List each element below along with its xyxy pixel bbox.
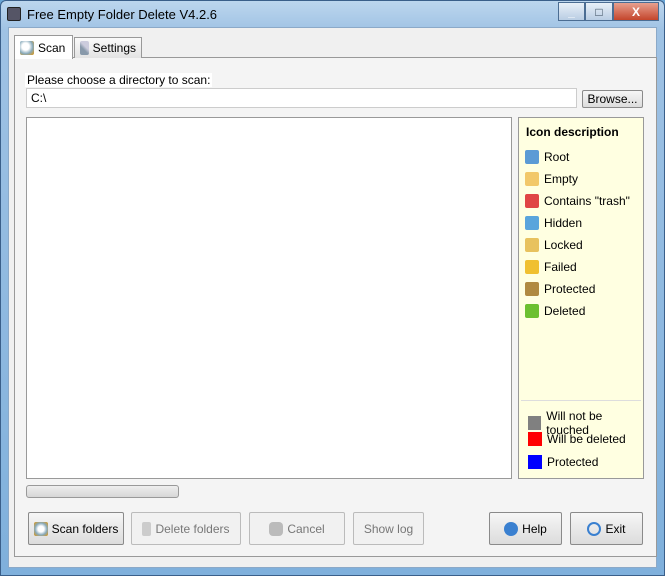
legend-item: Empty	[525, 172, 578, 186]
browse-button[interactable]: Browse...	[582, 90, 643, 108]
power-icon	[587, 521, 602, 536]
legend-item: Failed	[525, 260, 577, 274]
legend-label: Root	[544, 150, 570, 164]
swatch-label: Protected	[547, 455, 599, 469]
maximize-button[interactable]: □	[585, 2, 613, 21]
color-swatch-item: Protected	[528, 455, 598, 469]
legend-item: Hidden	[525, 216, 582, 230]
button-label: Cancel	[287, 521, 325, 536]
legend-divider	[521, 400, 641, 401]
minimize-button[interactable]: _	[558, 2, 585, 21]
tab-settings[interactable]: Settings	[74, 37, 142, 58]
scan-folders-button[interactable]: Scan folders	[28, 512, 124, 545]
cancel-icon	[269, 521, 284, 536]
folder-icon	[525, 260, 539, 274]
exit-button[interactable]: Exit	[570, 512, 643, 545]
folder-icon	[525, 150, 539, 164]
button-label: Exit	[605, 521, 626, 536]
app-icon	[7, 7, 21, 21]
tools-icon	[80, 41, 89, 55]
legend-item: Contains "trash"	[525, 194, 630, 208]
legend-label: Deleted	[544, 304, 586, 318]
magnifier-icon	[33, 521, 48, 536]
folder-icon	[525, 172, 539, 186]
trash-icon	[142, 521, 152, 536]
legend-label: Empty	[544, 172, 579, 186]
delete-folders-button[interactable]: Delete folders	[131, 512, 241, 545]
legend-item: Locked	[525, 238, 583, 252]
legend-label: Hidden	[544, 216, 583, 230]
cancel-button[interactable]: Cancel	[249, 512, 345, 545]
folder-icon	[525, 304, 539, 318]
icon-legend: Icon description Root Empty Contains "tras…	[518, 117, 644, 479]
directory-label: Please choose a directory to scan:	[25, 73, 213, 87]
legend-item: Protected	[525, 282, 595, 296]
show-log-button[interactable]: Show log	[353, 512, 424, 545]
folder-icon	[525, 282, 539, 296]
button-label: Delete folders	[155, 521, 230, 536]
color-swatch	[528, 455, 542, 469]
magnifier-icon	[20, 40, 34, 55]
help-button[interactable]: Help	[489, 512, 562, 545]
color-swatch	[528, 432, 542, 446]
legend-title: Icon description	[526, 125, 619, 139]
legend-label: Contains "trash"	[544, 194, 630, 208]
tab-label: Settings	[92, 41, 136, 55]
directory-input[interactable]	[26, 88, 577, 108]
close-button[interactable]: X	[613, 2, 659, 21]
button-label: Scan folders	[51, 521, 119, 536]
help-icon	[504, 521, 519, 536]
legend-label: Protected	[544, 282, 596, 296]
folder-icon	[525, 194, 539, 208]
legend-label: Failed	[544, 260, 577, 274]
button-label: Help	[522, 521, 547, 536]
progress-bar	[26, 485, 179, 498]
color-swatch	[528, 416, 542, 430]
legend-item: Root	[525, 150, 569, 164]
legend-item: Deleted	[525, 304, 585, 318]
tab-scan[interactable]: Scan	[14, 35, 73, 59]
tab-label: Scan	[38, 40, 66, 55]
color-swatch-item: Will be deleted	[528, 432, 626, 446]
window-title: Free Empty Folder Delete V4.2.6	[27, 7, 218, 22]
folder-icon	[525, 216, 539, 230]
swatch-label: Will be deleted	[547, 432, 626, 446]
folder-icon	[525, 238, 539, 252]
legend-label: Locked	[544, 238, 583, 252]
folder-tree[interactable]	[26, 117, 512, 479]
